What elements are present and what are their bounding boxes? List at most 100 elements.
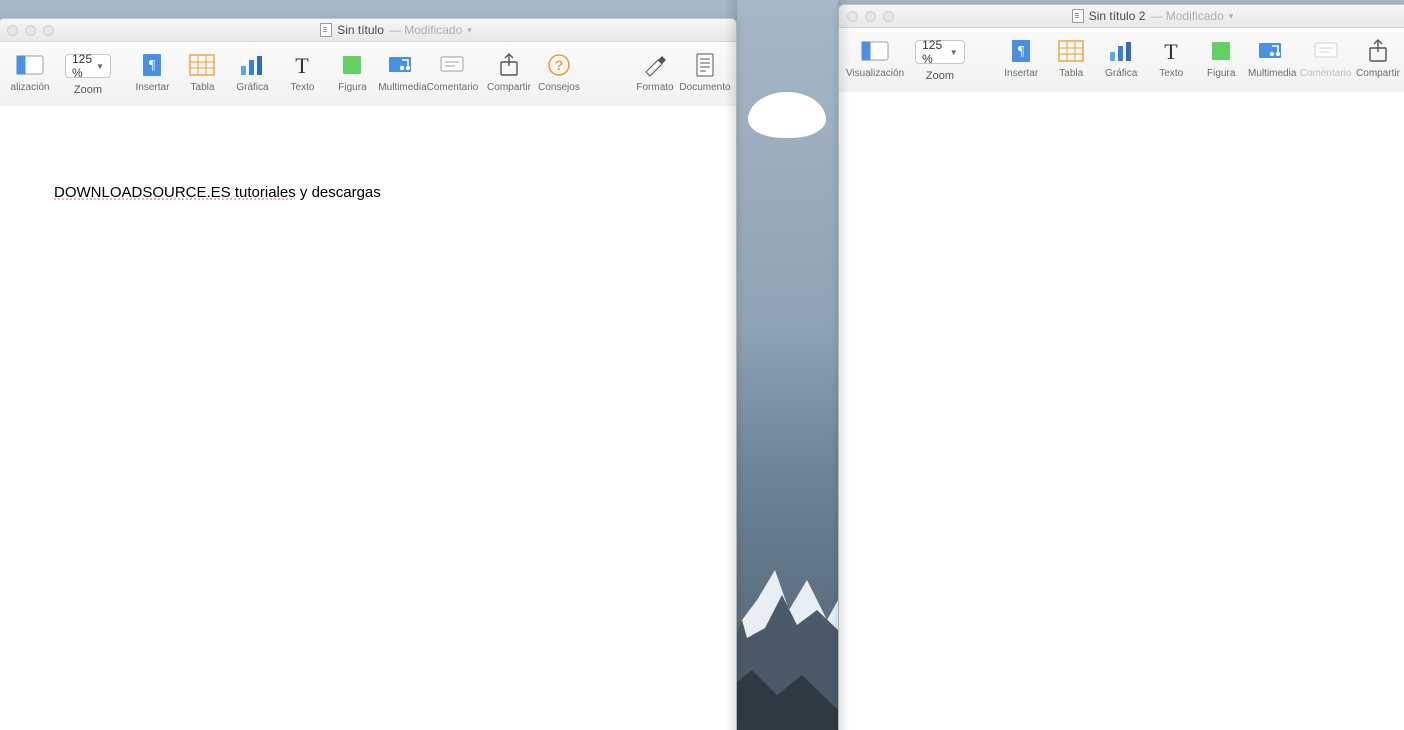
table-button[interactable]: Tabla [1046, 34, 1096, 79]
view-button[interactable]: Visualización [845, 34, 905, 79]
view-button[interactable]: alización [5, 48, 55, 93]
comment-button[interactable]: Comentario [1298, 34, 1353, 79]
toolbar-2: Visualización 125 % ▼ Zoom ¶ Insertar [839, 28, 1404, 99]
document-button[interactable]: Documento [680, 48, 730, 93]
chart-icon [1108, 34, 1134, 68]
insert-button[interactable]: ¶ Insertar [127, 48, 177, 93]
table-icon [189, 48, 215, 82]
comment-label: Comentario [427, 82, 479, 93]
view-label: alización [11, 82, 50, 93]
chart-label: Gráfica [236, 82, 268, 93]
share-icon [498, 48, 520, 82]
titlebar-2[interactable]: Sin título 2 — Modificado ▾ [839, 5, 1404, 28]
text-label: Texto [291, 82, 315, 93]
view-icon [861, 34, 889, 68]
title-chevron-icon[interactable]: ▾ [1229, 11, 1234, 22]
media-button[interactable]: Multimedia [1246, 34, 1298, 79]
table-icon [1058, 34, 1084, 68]
title-chevron-icon[interactable]: ▾ [467, 25, 472, 36]
zoom-chevron-icon: ▼ [950, 48, 958, 57]
tips-label: Consejos [538, 82, 580, 93]
insert-label: Insertar [136, 82, 170, 93]
zoom-value-box[interactable]: 125 % ▼ [915, 40, 965, 64]
title-center-2: Sin título 2 — Modificado ▾ [904, 9, 1401, 23]
title-center-1: Sin título — Modificado ▾ [64, 23, 728, 37]
comment-icon [1313, 34, 1339, 68]
media-icon [388, 48, 416, 82]
tips-icon: ? [547, 48, 571, 82]
zoom-value: 125 % [922, 38, 946, 66]
comment-button[interactable]: Comentario [427, 48, 477, 93]
tips-button[interactable]: ? Consejos [534, 48, 584, 93]
table-label: Tabla [191, 82, 215, 93]
document-page-1[interactable]: DOWNLOADSOURCE.ES tutoriales y descargas [0, 106, 736, 730]
media-icon [1258, 34, 1286, 68]
insert-button[interactable]: ¶ Insertar [996, 34, 1046, 79]
window-1: Sin título — Modificado ▾ alización 125 … [0, 18, 737, 730]
body-text[interactable]: DOWNLOADSOURCE.ES tutoriales y descargas [54, 184, 381, 201]
titlebar-1[interactable]: Sin título — Modificado ▾ [0, 19, 736, 42]
text-button[interactable]: T Texto [1146, 34, 1196, 79]
media-button[interactable]: Multimedia [377, 48, 427, 93]
traffic-lights-2[interactable] [847, 11, 894, 22]
zoom-chevron-icon: ▼ [96, 62, 104, 71]
zoom-label: Zoom [926, 70, 954, 82]
zoom-control[interactable]: 125 % ▼ Zoom [905, 34, 975, 82]
svg-text:¶: ¶ [149, 58, 156, 73]
text-label: Texto [1159, 68, 1183, 79]
insert-icon: ¶ [1010, 34, 1032, 68]
share-button[interactable]: Compartir [484, 48, 534, 93]
view-icon [16, 48, 44, 82]
traffic-min[interactable] [865, 11, 876, 22]
document-icon [1072, 9, 1084, 23]
chart-label: Gráfica [1105, 68, 1137, 79]
traffic-close[interactable] [847, 11, 858, 22]
comment-label: Comentario [1300, 68, 1352, 79]
text-icon: T [291, 48, 313, 82]
window-modified-1: — Modificado [389, 23, 462, 37]
table-label: Tabla [1059, 68, 1083, 79]
svg-text:¶: ¶ [1018, 44, 1025, 59]
text-button[interactable]: T Texto [277, 48, 327, 93]
document-page-2[interactable] [839, 92, 1404, 730]
window-title-2: Sin título 2 [1089, 9, 1146, 23]
shape-button[interactable]: Figura [327, 48, 377, 93]
shape-button[interactable]: Figura [1196, 34, 1246, 79]
traffic-max[interactable] [43, 25, 54, 36]
format-icon [642, 48, 668, 82]
svg-text:T: T [296, 53, 310, 77]
toolbar-1: alización 125 % ▼ Zoom ¶ Insertar [0, 42, 736, 113]
zoom-control[interactable]: 125 % ▼ Zoom [55, 48, 121, 96]
share-label: Compartir [487, 82, 531, 93]
traffic-max[interactable] [883, 11, 894, 22]
media-label: Multimedia [378, 82, 426, 93]
svg-text:?: ? [555, 57, 564, 73]
comment-icon [439, 48, 465, 82]
desktop-cloud [748, 92, 826, 138]
share-icon [1367, 34, 1389, 68]
shape-icon [341, 48, 363, 82]
chart-button[interactable]: Gráfica [1096, 34, 1146, 79]
view-label: Visualización [846, 68, 904, 79]
format-button[interactable]: Formato [630, 48, 680, 93]
share-button[interactable]: Compartir [1353, 34, 1403, 79]
traffic-close[interactable] [7, 25, 18, 36]
share-label: Compartir [1356, 68, 1400, 79]
zoom-value-box[interactable]: 125 % ▼ [65, 54, 111, 78]
shape-label: Figura [338, 82, 366, 93]
traffic-lights-1[interactable] [7, 25, 54, 36]
format-label: Formato [636, 82, 673, 93]
traffic-min[interactable] [25, 25, 36, 36]
desktop: Sin título — Modificado ▾ alización 125 … [0, 0, 1404, 730]
insert-label: Insertar [1004, 68, 1038, 79]
table-button[interactable]: Tabla [177, 48, 227, 93]
insert-icon: ¶ [141, 48, 163, 82]
window-2: Sin título 2 — Modificado ▾ Visualizació… [838, 4, 1404, 730]
chart-button[interactable]: Gráfica [227, 48, 277, 93]
svg-text:T: T [1164, 39, 1178, 63]
text-icon: T [1160, 34, 1182, 68]
document-label: Documento [679, 82, 730, 93]
chart-icon [239, 48, 265, 82]
window-modified-2: — Modificado [1150, 9, 1223, 23]
shape-label: Figura [1207, 68, 1235, 79]
